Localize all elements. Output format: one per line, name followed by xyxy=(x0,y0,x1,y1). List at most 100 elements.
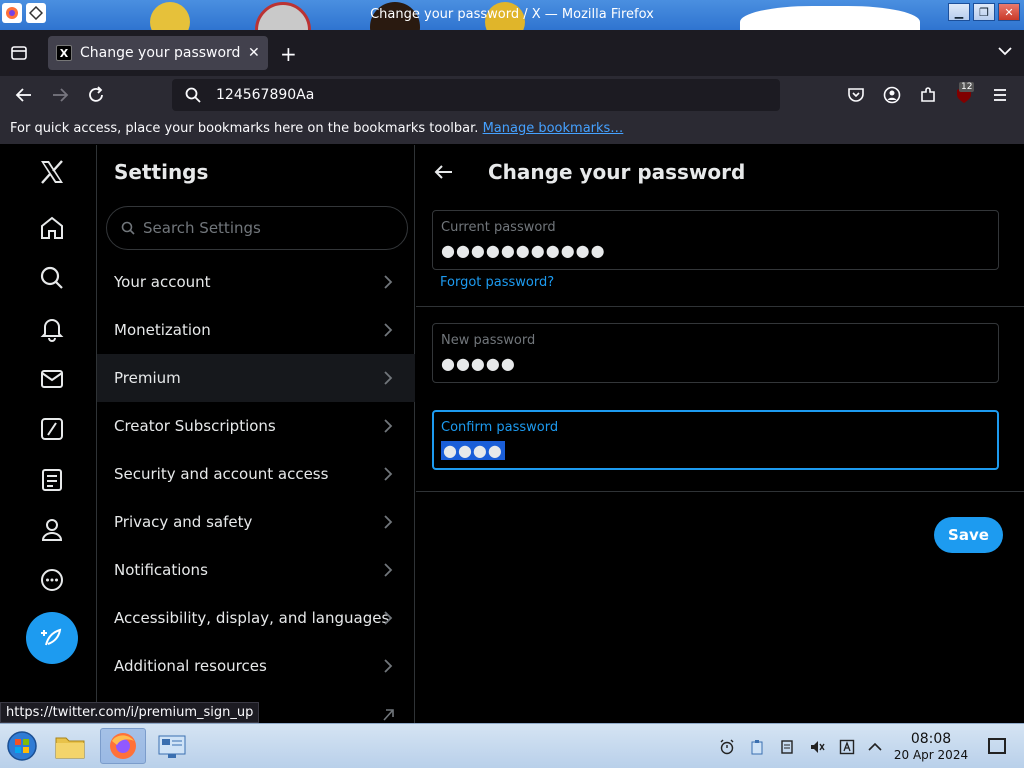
taskbar: 08:08 20 Apr 2024 xyxy=(0,723,1024,768)
start-menu-orb-icon[interactable] xyxy=(4,728,40,764)
new-password-label: New password xyxy=(441,333,536,348)
external-link-arrow-icon xyxy=(383,709,394,721)
storage-device-icon[interactable] xyxy=(778,738,796,756)
bookmarks-toolbar: For quick access, place your bookmarks h… xyxy=(0,116,1024,144)
clock-date[interactable]: 20 Apr 2024 xyxy=(890,748,972,762)
alarm-clock-icon[interactable] xyxy=(718,738,736,756)
tab-strip: X Change your password / X ✕ + xyxy=(0,30,1024,76)
close-window-button[interactable]: ✕ xyxy=(998,3,1020,21)
navigation-toolbar: 124567890Aa xyxy=(0,76,1024,116)
keyboard-layout-icon[interactable] xyxy=(838,738,856,756)
chevron-right-icon xyxy=(384,371,393,385)
back-icon[interactable] xyxy=(12,85,36,107)
menu-item-privacy[interactable]: Privacy and safety xyxy=(97,498,415,546)
show-desktop-icon[interactable] xyxy=(988,738,1006,754)
hamburger-menu-icon[interactable] xyxy=(990,86,1010,106)
compose-feather-icon xyxy=(41,628,62,646)
confirm-password-value: ●●●● xyxy=(441,441,505,460)
new-password-field[interactable]: New password ●●●●● xyxy=(432,323,999,383)
menu-item-label: Premium xyxy=(114,369,181,387)
chevron-right-icon xyxy=(384,611,393,625)
menu-item-label: Security and account access xyxy=(114,465,329,483)
section-divider xyxy=(416,306,1024,307)
chevron-right-icon xyxy=(384,515,393,529)
menu-item-label: Notifications xyxy=(114,561,208,579)
save-button[interactable]: Save xyxy=(934,517,1003,553)
current-password-label: Current password xyxy=(441,220,556,235)
chevron-right-icon xyxy=(384,419,393,433)
tab-change-password[interactable]: X Change your password / X ✕ xyxy=(48,36,268,70)
menu-item-label: Accessibility, display, and languages xyxy=(114,609,390,627)
section-divider xyxy=(416,491,1024,492)
compose-post-button[interactable] xyxy=(26,612,78,664)
reload-icon[interactable] xyxy=(84,85,108,107)
window-controls: ▁ ❐ ✕ xyxy=(948,3,1020,21)
maximize-button[interactable]: ❐ xyxy=(973,3,995,21)
profile-icon[interactable] xyxy=(38,516,66,544)
menu-item-label: Monetization xyxy=(114,321,211,339)
extension-badge-count: 12 xyxy=(959,82,975,92)
file-manager-folder-icon[interactable] xyxy=(52,728,88,764)
window-titlebar: Change your password / X — Mozilla Firef… xyxy=(0,0,1024,30)
menu-item-additional-resources[interactable]: Additional resources xyxy=(97,642,415,690)
search-icon xyxy=(121,221,135,235)
confirm-password-label: Confirm password xyxy=(441,420,559,435)
firefox-view-icon[interactable] xyxy=(10,44,28,62)
search-icon xyxy=(185,87,201,103)
menu-item-label: Privacy and safety xyxy=(114,513,253,531)
menu-item-notifications[interactable]: Notifications xyxy=(97,546,415,594)
chevron-right-icon xyxy=(384,275,393,289)
url-text: 124567890Aa xyxy=(216,87,315,103)
x-favicon-icon: X xyxy=(56,45,72,61)
manage-bookmarks-link[interactable]: Manage bookmarks… xyxy=(483,121,624,136)
tab-label: Change your password / X xyxy=(80,45,242,61)
more-icon[interactable] xyxy=(38,566,66,594)
page-title: Change your password xyxy=(488,160,746,184)
chevron-right-icon xyxy=(384,323,393,337)
tab-close-icon[interactable]: ✕ xyxy=(248,45,260,61)
window-title: Change your password / X — Mozilla Firef… xyxy=(370,7,654,22)
messages-envelope-icon[interactable] xyxy=(38,365,66,393)
settings-search-input[interactable]: Search Settings xyxy=(106,206,408,250)
home-icon[interactable] xyxy=(38,214,66,242)
menu-item-label: Additional resources xyxy=(114,657,267,675)
search-placeholder: Search Settings xyxy=(143,219,261,237)
settings-title: Settings xyxy=(114,160,209,184)
primary-navigation xyxy=(0,145,96,723)
extensions-puzzle-icon[interactable] xyxy=(918,86,938,106)
account-icon[interactable] xyxy=(882,86,902,106)
lists-icon[interactable] xyxy=(38,466,66,494)
menu-item-monetization[interactable]: Monetization xyxy=(97,306,415,354)
menu-item-security[interactable]: Security and account access xyxy=(97,450,415,498)
menu-item-premium[interactable]: Premium xyxy=(97,354,415,402)
settings-column: Settings Search Settings Your account Mo… xyxy=(96,145,415,723)
clock-time[interactable]: 08:08 xyxy=(900,731,962,747)
change-password-panel: Change your password Current password ●●… xyxy=(416,145,1024,723)
url-bar[interactable]: 124567890Aa xyxy=(172,79,780,111)
page-content: Settings Search Settings Your account Mo… xyxy=(0,145,1024,723)
control-panel-icon[interactable] xyxy=(154,728,190,764)
pocket-icon[interactable] xyxy=(846,86,866,106)
tray-expand-chevron-icon[interactable] xyxy=(866,738,884,756)
new-tab-icon[interactable]: + xyxy=(280,42,297,66)
menu-item-accessibility[interactable]: Accessibility, display, and languages xyxy=(97,594,415,642)
list-all-tabs-chevron-icon[interactable] xyxy=(998,44,1012,60)
minimize-button[interactable]: ▁ xyxy=(948,3,970,21)
back-arrow-icon[interactable] xyxy=(432,162,454,182)
link-status-url: https://twitter.com/i/premium_sign_up xyxy=(0,702,260,723)
chevron-right-icon xyxy=(384,467,393,481)
volume-muted-icon[interactable] xyxy=(808,738,826,756)
notifications-bell-icon[interactable] xyxy=(38,315,66,343)
grok-slash-icon[interactable] xyxy=(38,415,66,443)
confirm-password-field[interactable]: Confirm password ●●●● xyxy=(432,410,999,470)
menu-item-your-account[interactable]: Your account xyxy=(97,258,415,306)
clipboard-icon[interactable] xyxy=(748,738,766,756)
x-logo-icon[interactable] xyxy=(38,158,66,186)
chevron-right-icon xyxy=(384,563,393,577)
firefox-taskbar-icon[interactable] xyxy=(100,728,146,764)
explore-search-icon[interactable] xyxy=(38,264,66,292)
forward-icon[interactable] xyxy=(48,85,72,107)
current-password-field[interactable]: Current password ●●●●●●●●●●● xyxy=(432,210,999,270)
forgot-password-link[interactable]: Forgot password? xyxy=(440,275,554,290)
menu-item-creator-subscriptions[interactable]: Creator Subscriptions xyxy=(97,402,415,450)
